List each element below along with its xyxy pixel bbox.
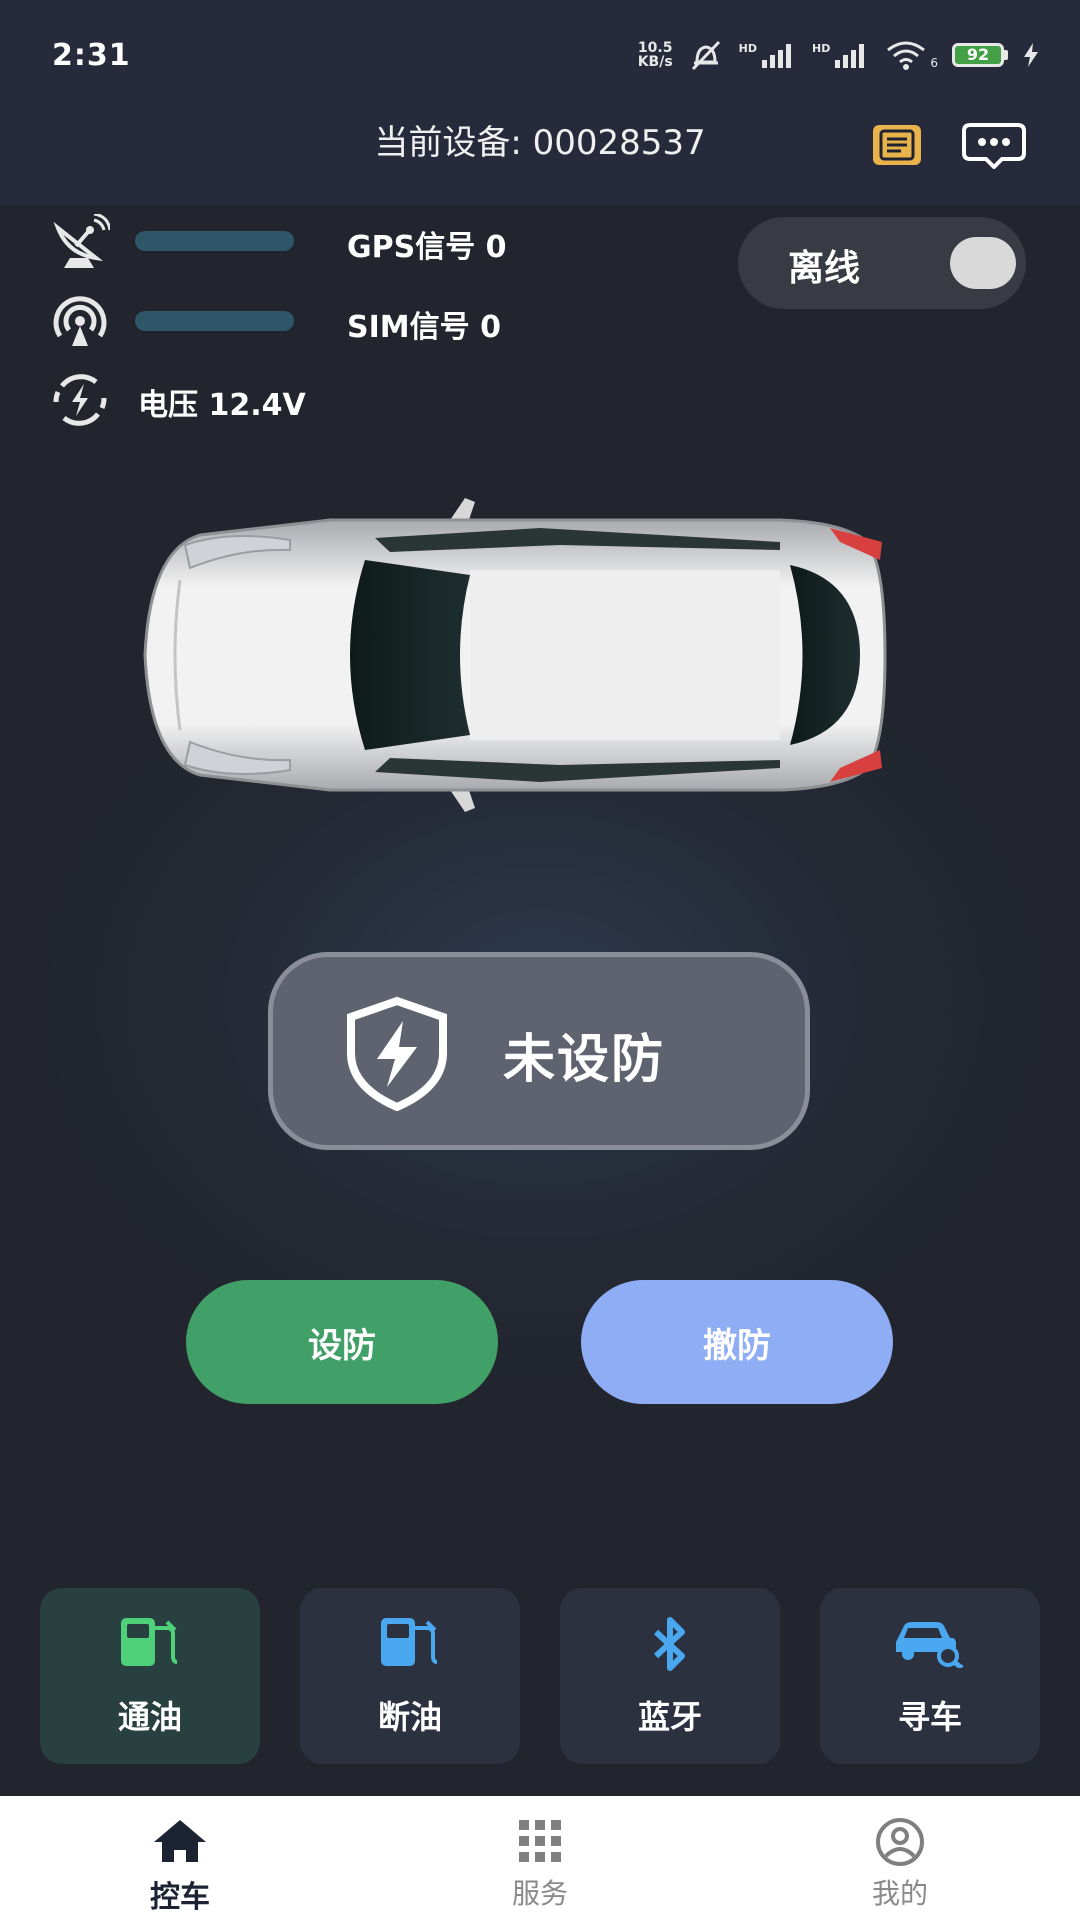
- gps-signal-label: GPS信号 0: [347, 230, 507, 265]
- online-toggle[interactable]: 离线: [738, 217, 1026, 309]
- tile-bluetooth[interactable]: 蓝牙: [560, 1588, 780, 1764]
- grid-icon: [519, 1820, 561, 1862]
- status-time: 2:31: [52, 38, 131, 73]
- tile-find-car[interactable]: 寻车: [820, 1588, 1040, 1764]
- cell-signal-1-icon: HD: [739, 42, 798, 68]
- home-icon: [154, 1820, 206, 1862]
- top-header: [0, 0, 1080, 205]
- log-list-icon[interactable]: [873, 125, 921, 165]
- battery-icon: 92: [952, 43, 1008, 67]
- shield-lightning-icon: [347, 996, 447, 1111]
- gps-signal-bar: [135, 231, 294, 251]
- tile-label: 断油: [377, 1698, 442, 1736]
- tile-label: 蓝牙: [637, 1698, 702, 1736]
- nav-label-profile: 我的: [871, 1877, 928, 1910]
- nav-label-control-car: 控车: [150, 1880, 210, 1915]
- nav-item-services[interactable]: 服务: [360, 1796, 720, 1920]
- status-icons: 10.5 KB/s HD HD 6 92: [638, 38, 1040, 72]
- nav-label-services: 服务: [511, 1877, 568, 1910]
- fuel-pump-icon: [381, 1618, 438, 1666]
- car-top-view-image: [143, 498, 887, 812]
- tile-fuel-on[interactable]: 通油: [40, 1588, 260, 1764]
- sim-signal-bar: [135, 311, 294, 331]
- nav-item-profile[interactable]: 我的: [720, 1796, 1080, 1920]
- fuel-pump-icon: [121, 1618, 178, 1666]
- arm-status-panel: 未设防: [268, 952, 810, 1150]
- sim-signal-icon: [53, 296, 107, 346]
- find-car-icon: [896, 1622, 964, 1668]
- tile-label: 寻车: [897, 1698, 962, 1736]
- message-icon[interactable]: [962, 123, 1026, 169]
- arm-status-text: 未设防: [503, 1030, 666, 1090]
- net-speed: 10.5 KB/s: [637, 40, 673, 70]
- bluetooth-icon: [653, 1617, 685, 1671]
- bottom-nav: 控车 服务 我的: [0, 1796, 1080, 1920]
- tile-label: 通油: [117, 1698, 182, 1736]
- satellite-dish-icon: [53, 214, 110, 268]
- voltage-icon: [53, 374, 107, 426]
- charging-icon: [1024, 43, 1038, 67]
- wifi-icon: 6: [885, 40, 938, 70]
- arm-button[interactable]: 设防: [186, 1280, 498, 1404]
- disarm-button[interactable]: 撤防: [581, 1280, 893, 1404]
- online-toggle-label: 离线: [788, 248, 861, 289]
- nav-item-control-car[interactable]: 控车: [0, 1796, 360, 1920]
- tile-fuel-off[interactable]: 断油: [300, 1588, 520, 1764]
- voltage-label: 电压 12.4V: [138, 388, 306, 423]
- sim-signal-label: SIM信号 0: [347, 310, 501, 345]
- mute-bell-icon: [691, 40, 720, 71]
- toggle-knob: [950, 237, 1016, 289]
- cell-signal-2-icon: HD: [812, 42, 871, 68]
- profile-icon: [876, 1818, 924, 1866]
